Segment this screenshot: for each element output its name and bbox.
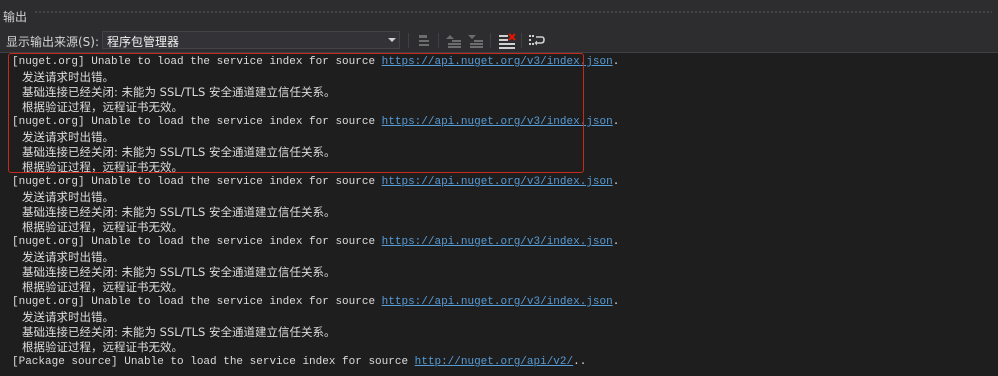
log-message-text: [nuget.org] Unable to load the service i… [12,116,382,128]
clear-all-icon [499,33,516,49]
log-detail-text: 基础连接已经关闭: 未能为 SSL/TLS 安全通道建立信任关系。 [22,325,336,339]
log-message-text: [nuget.org] Unable to load the service i… [12,56,382,68]
log-detail-text: 根据验证过程，远程证书无效。 [22,340,183,354]
word-wrap-icon [529,35,545,46]
log-line-detail: 基础连接已经关闭: 未能为 SSL/TLS 安全通道建立信任关系。 [22,265,335,280]
log-message-suffix: . [612,116,620,128]
log-line-detail: 发送请求时出错。 [22,70,114,85]
chevron-down-icon [388,38,396,42]
go-to-location-icon [419,35,429,46]
log-message-suffix: . [612,176,620,188]
log-detail-text: 根据验证过程，远程证书无效。 [22,220,183,234]
toolbar-separator [438,33,439,48]
log-detail-text: 发送请求时出错。 [22,310,114,324]
log-line-detail: 根据验证过程，远程证书无效。 [22,160,183,175]
log-detail-text: 基础连接已经关闭: 未能为 SSL/TLS 安全通道建立信任关系。 [22,145,336,159]
panel-titlebar[interactable]: 输出 [0,0,998,30]
log-line-detail: 根据验证过程，远程证书无效。 [22,220,183,235]
log-message-text: [Package source] Unable to load the serv… [12,356,415,368]
log-line-source-error: [nuget.org] Unable to load the service i… [12,235,619,250]
log-detail-text: 基础连接已经关闭: 未能为 SSL/TLS 安全通道建立信任关系。 [22,265,336,279]
log-message-text: [nuget.org] Unable to load the service i… [12,236,382,248]
log-detail-text: 根据验证过程，远程证书无效。 [22,280,183,294]
log-message-suffix: . [612,56,620,68]
source-url-link[interactable]: http://nuget.org/api/v2/ [415,356,573,368]
log-line-detail: 发送请求时出错。 [22,310,114,325]
log-detail-text: 基础连接已经关闭: 未能为 SSL/TLS 安全通道建立信任关系。 [22,205,336,219]
log-message-text: [nuget.org] Unable to load the service i… [12,176,382,188]
log-detail-text: 基础连接已经关闭: 未能为 SSL/TLS 安全通道建立信任关系。 [22,85,336,99]
log-message-suffix: .. [573,356,587,368]
source-url-link[interactable]: https://api.nuget.org/v3/index.json [382,296,613,308]
source-url-link[interactable]: https://api.nuget.org/v3/index.json [382,56,613,68]
source-url-link[interactable]: https://api.nuget.org/v3/index.json [382,176,613,188]
toggle-word-wrap-button[interactable] [527,31,547,51]
previous-message-icon [446,35,461,48]
next-message-button[interactable] [466,31,486,51]
titlebar-grip [34,10,992,14]
log-line-detail: 基础连接已经关闭: 未能为 SSL/TLS 安全通道建立信任关系。 [22,325,335,340]
log-line-detail: 发送请求时出错。 [22,250,114,265]
log-line-source-error: [nuget.org] Unable to load the service i… [12,115,619,130]
log-detail-text: 根据验证过程，远程证书无效。 [22,160,183,174]
log-line-source-error: [nuget.org] Unable to load the service i… [12,175,619,190]
log-detail-text: 发送请求时出错。 [22,250,114,264]
log-detail-text: 发送请求时出错。 [22,190,114,204]
source-url-link[interactable]: https://api.nuget.org/v3/index.json [382,236,613,248]
log-line-package-source-error: [Package source] Unable to load the serv… [12,355,586,370]
log-line-detail: 基础连接已经关闭: 未能为 SSL/TLS 安全通道建立信任关系。 [22,85,335,100]
log-detail-text: 发送请求时出错。 [22,130,114,144]
log-line-detail: 基础连接已经关闭: 未能为 SSL/TLS 安全通道建立信任关系。 [22,205,335,220]
output-source-value: 程序包管理器 [107,35,180,49]
source-label: 显示输出来源(S): [6,35,100,49]
panel-title: 输出 [3,10,28,24]
log-line-source-error: [nuget.org] Unable to load the service i… [12,55,619,70]
output-toolbar: 显示输出来源(S): 程序包管理器 [0,30,998,53]
log-message-suffix: . [612,296,620,308]
previous-message-button[interactable] [444,31,464,51]
log-message-text: [nuget.org] Unable to load the service i… [12,296,382,308]
log-line-detail: 根据验证过程，远程证书无效。 [22,340,183,355]
output-source-dropdown[interactable]: 程序包管理器 [102,31,400,49]
next-message-icon [468,35,483,48]
toolbar-separator [408,33,409,48]
log-line-detail: 基础连接已经关闭: 未能为 SSL/TLS 安全通道建立信任关系。 [22,145,335,160]
output-window: 输出 显示输出来源(S): 程序包管理器 [nuget.org] Unable … [0,0,998,376]
clear-all-button[interactable] [497,31,517,51]
source-url-link[interactable]: https://api.nuget.org/v3/index.json [382,116,613,128]
log-line-detail: 发送请求时出错。 [22,190,114,205]
toolbar-separator [490,33,491,48]
log-line-source-error: [nuget.org] Unable to load the service i… [12,295,619,310]
log-message-suffix: . [612,236,620,248]
log-line-detail: 发送请求时出错。 [22,130,114,145]
go-to-location-button[interactable] [414,31,434,51]
log-line-detail: 根据验证过程，远程证书无效。 [22,100,183,115]
log-line-detail: 根据验证过程，远程证书无效。 [22,280,183,295]
log-detail-text: 根据验证过程，远程证书无效。 [22,100,183,114]
log-detail-text: 发送请求时出错。 [22,70,114,84]
toolbar-separator [521,33,522,48]
output-text-area[interactable]: [nuget.org] Unable to load the service i… [0,53,998,376]
